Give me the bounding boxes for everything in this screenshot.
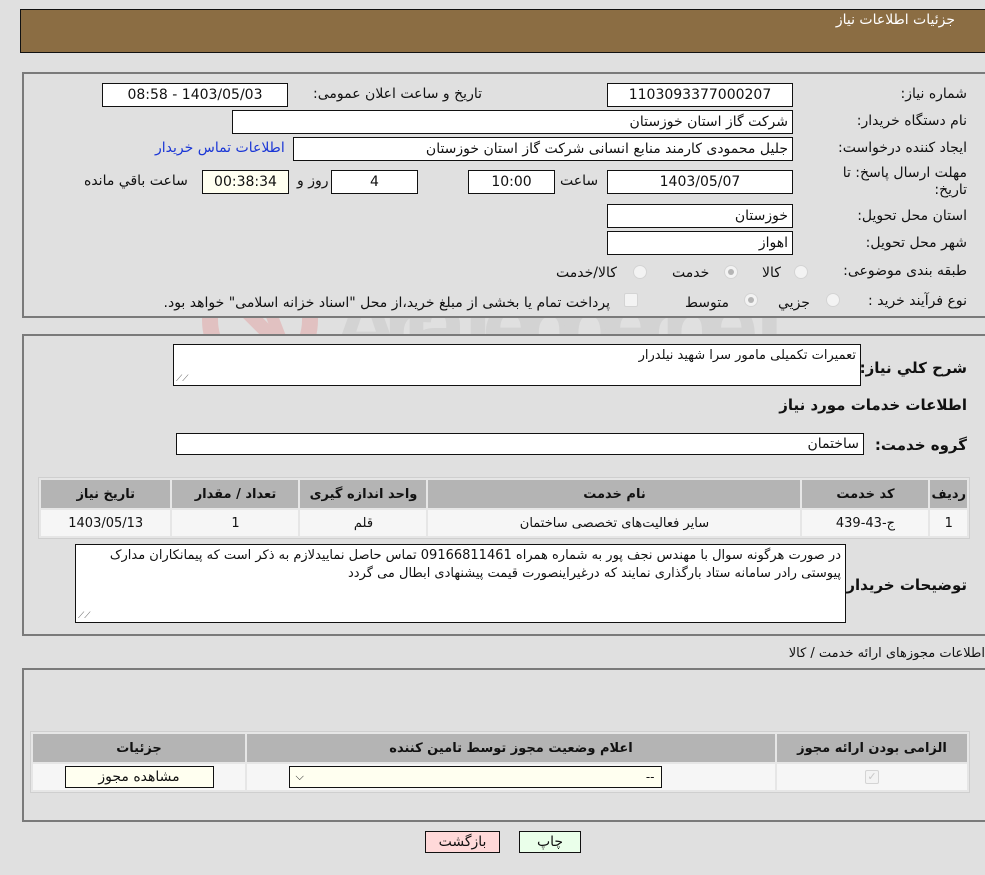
announce-datetime-label: تاریخ و ساعت اعلان عمومی: (313, 86, 482, 102)
col-row-number: ردیف (930, 480, 967, 508)
deadline-time-field: 10:00 (468, 170, 555, 194)
col-service-name: نام خدمت (428, 480, 801, 508)
buyer-notes-textarea[interactable]: در صورت هرگونه سوال با مهندس نجف پور به … (75, 544, 846, 623)
cell-permit-details: مشاهده مجوز (33, 764, 245, 790)
remaining-time-label: ساعت باقي مانده (84, 173, 188, 189)
permit-required-checkbox[interactable]: ✓ (865, 770, 879, 784)
col-permit-required: الزامی بودن ارائه مجوز (777, 734, 967, 762)
treasury-checkbox[interactable] (624, 293, 638, 307)
col-permit-status: اعلام وضعیت مجوز توسط تامین کننده (247, 734, 775, 762)
chevron-down-icon: ⌵ (295, 770, 304, 783)
days-label: روز و (297, 173, 329, 189)
cell-service-code: ج-43-439 (802, 510, 929, 536)
purchase-type-label: نوع فرآیند خرید : (868, 293, 967, 309)
cell-row-number: 1 (930, 510, 967, 536)
purchase-option-medium: متوسط (685, 295, 729, 311)
print-button[interactable]: چاپ (519, 831, 581, 853)
deadline-time-label: ساعت (560, 173, 599, 189)
table-row: ✓ -- ⌵ مشاهده مجوز (33, 764, 967, 790)
col-service-code: کد خدمت (802, 480, 929, 508)
services-table: ردیف کد خدمت نام خدمت واحد اندازه گیری ت… (38, 477, 970, 539)
col-quantity: تعداد / مقدار (172, 480, 299, 508)
treasury-note: پرداخت تمام یا بخشی از مبلغ خرید،از محل … (163, 295, 610, 311)
description-textarea[interactable]: تعمیرات تکمیلی مامور سرا شهید نیلدرار ⟋⟋ (173, 344, 861, 386)
page-title: جزئیات اطلاعات نیاز (835, 12, 955, 28)
service-group-label: گروه خدمت: (874, 436, 967, 454)
cell-unit: قلم (300, 510, 427, 536)
services-section-title: اطلاعات خدمات مورد نیاز (779, 396, 967, 414)
col-permit-details: جزئیات (33, 734, 245, 762)
permit-status-value: -- (645, 770, 655, 784)
city-label: شهر محل تحویل: (865, 235, 967, 251)
need-number-field: 1103093377000207 (607, 83, 793, 107)
col-need-date: تاریخ نیاز (41, 480, 171, 508)
purchase-radio-minor[interactable] (826, 293, 840, 307)
purchase-radio-medium[interactable] (744, 293, 758, 307)
city-field: اهواز (607, 231, 793, 255)
services-table-header: ردیف کد خدمت نام خدمت واحد اندازه گیری ت… (41, 480, 967, 508)
category-label: طبقه بندی موضوعی: (843, 263, 967, 279)
category-option-goods-service: کالا/خدمت (556, 265, 617, 281)
table-row: 1 ج-43-439 سایر فعالیت‌های تخصصی ساختمان… (41, 510, 967, 536)
buyer-org-label: نام دستگاه خریدار: (856, 113, 967, 129)
resize-grip-icon[interactable]: ⟋⟋ (78, 612, 91, 621)
cell-quantity: 1 (172, 510, 299, 536)
category-radio-service[interactable] (724, 265, 738, 279)
permits-section-title: اطلاعات مجوزهای ارائه خدمت / کالا (788, 646, 985, 661)
resize-grip-icon[interactable]: ⟋⟋ (176, 375, 189, 384)
category-option-goods: کالا (762, 265, 781, 281)
province-field: خوزستان (607, 204, 793, 228)
cell-service-name: سایر فعالیت‌های تخصصی ساختمان (428, 510, 801, 536)
buyer-notes-label: توضیحات خریدار: (840, 576, 967, 594)
requester-field: جلیل محمودی کارمند منابع انسانی شرکت گاز… (293, 137, 793, 161)
announce-datetime-field: 1403/05/03 - 08:58 (102, 83, 288, 107)
need-number-label: شماره نیاز: (900, 86, 968, 102)
description-text: تعمیرات تکمیلی مامور سرا شهید نیلدرار (638, 348, 856, 363)
deadline-label: مهلت ارسال پاسخ: تا تاریخ: (842, 165, 967, 198)
permits-table-header: الزامی بودن ارائه مجوز اعلام وضعیت مجوز … (33, 734, 967, 762)
purchase-option-minor: جزيي (778, 295, 810, 311)
buyer-org-field: شرکت گاز استان خوزستان (232, 110, 793, 134)
service-group-field: ساختمان (176, 433, 864, 455)
category-option-service: خدمت (672, 265, 710, 281)
category-radio-goods-service[interactable] (633, 265, 647, 279)
category-radio-goods[interactable] (794, 265, 808, 279)
cell-permit-status: -- ⌵ (247, 764, 775, 790)
remaining-days-field: 4 (331, 170, 418, 194)
deadline-date-field: 1403/05/07 (607, 170, 793, 194)
buyer-contact-link[interactable]: اطلاعات تماس خریدار (155, 140, 285, 156)
province-label: استان محل تحویل: (857, 208, 967, 224)
permit-status-select[interactable]: -- ⌵ (288, 766, 662, 788)
col-unit: واحد اندازه گیری (300, 480, 427, 508)
requester-label: ایجاد کننده درخواست: (838, 140, 967, 156)
view-permit-button[interactable]: مشاهده مجوز (64, 766, 214, 788)
cell-need-date: 1403/05/13 (41, 510, 171, 536)
cell-permit-required: ✓ (777, 764, 967, 790)
buyer-notes-text: در صورت هرگونه سوال با مهندس نجف پور به … (109, 548, 841, 581)
remaining-time-field: 00:38:34 (202, 170, 289, 194)
description-label: شرح کلي نياز: (859, 359, 967, 377)
back-button[interactable]: بازگشت (425, 831, 500, 853)
permits-table: الزامی بودن ارائه مجوز اعلام وضعیت مجوز … (30, 731, 970, 793)
